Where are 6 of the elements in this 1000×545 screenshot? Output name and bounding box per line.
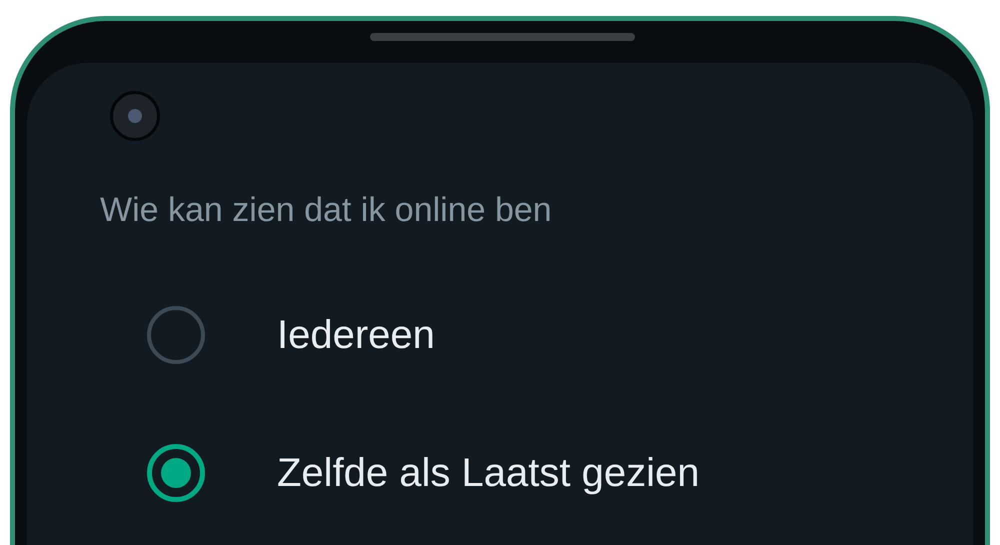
section-title: Wie kan zien dat ik online ben: [100, 193, 553, 227]
option-label: Iedereen: [277, 315, 435, 355]
radio-button[interactable]: [147, 444, 205, 502]
camera-icon: [110, 91, 160, 141]
radio-button[interactable]: [147, 306, 205, 364]
option-label: Zelfde als Laatst gezien: [277, 453, 700, 493]
